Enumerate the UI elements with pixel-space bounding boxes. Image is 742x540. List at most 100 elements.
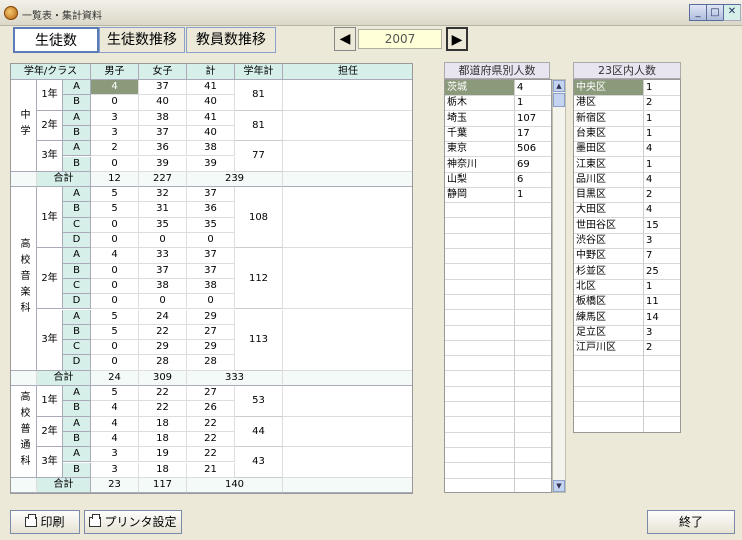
boys-cell[interactable]: 4 xyxy=(91,80,139,96)
list-item[interactable] xyxy=(445,278,551,295)
boys-cell[interactable]: 0 xyxy=(91,263,139,279)
girls-cell[interactable]: 33 xyxy=(139,248,187,264)
list-item[interactable]: 中野区 7 xyxy=(574,248,680,265)
list-item[interactable]: 渋谷区 3 xyxy=(574,233,680,249)
boys-cell[interactable]: 0 xyxy=(91,355,139,371)
girls-cell[interactable]: 22 xyxy=(139,324,187,341)
boys-cell[interactable]: 0 xyxy=(91,294,139,310)
teacher-cell[interactable] xyxy=(283,386,412,417)
grade-total-cell[interactable]: 53 xyxy=(235,386,283,417)
girls-cell[interactable]: 19 xyxy=(139,447,187,463)
total-cell[interactable]: 41 xyxy=(187,110,235,126)
girls-cell[interactable]: 22 xyxy=(139,401,187,417)
next-year-button[interactable]: ▶ xyxy=(446,27,468,51)
boys-cell[interactable]: 3 xyxy=(91,462,139,478)
total-cell[interactable]: 36 xyxy=(187,202,235,218)
total-cell[interactable]: 27 xyxy=(187,324,235,341)
girls-cell[interactable]: 31 xyxy=(139,202,187,218)
maximize-button[interactable]: □ xyxy=(706,4,724,21)
list-item[interactable] xyxy=(445,355,551,372)
list-item[interactable]: 練馬区 14 xyxy=(574,309,680,326)
total-cell[interactable]: 40 xyxy=(187,125,235,142)
girls-cell[interactable]: 18 xyxy=(139,431,187,448)
exit-button[interactable]: 終了 xyxy=(647,510,735,534)
girls-cell[interactable]: 38 xyxy=(139,110,187,126)
teacher-cell[interactable] xyxy=(283,416,412,448)
girls-cell[interactable]: 38 xyxy=(139,278,187,295)
teacher-cell[interactable] xyxy=(283,141,412,172)
list-item[interactable] xyxy=(445,462,551,479)
grade-total-cell[interactable]: 81 xyxy=(235,80,283,111)
boys-cell[interactable]: 5 xyxy=(91,187,139,203)
scroll-down-icon[interactable]: ▼ xyxy=(553,480,565,492)
boys-cell[interactable]: 3 xyxy=(91,125,139,142)
total-cell[interactable]: 22 xyxy=(187,416,235,432)
tab-student-trend[interactable]: 生徒数推移 xyxy=(99,27,185,53)
list-item[interactable] xyxy=(574,416,680,432)
list-item[interactable]: 栃木 1 xyxy=(445,95,551,112)
total-cell[interactable]: 37 xyxy=(187,187,235,203)
list-item[interactable]: 目黒区 2 xyxy=(574,187,680,204)
boys-cell[interactable]: 4 xyxy=(91,401,139,417)
total-cell[interactable]: 38 xyxy=(187,141,235,157)
girls-cell[interactable]: 0 xyxy=(139,294,187,310)
boys-cell[interactable]: 3 xyxy=(91,447,139,463)
list-item[interactable] xyxy=(445,202,551,219)
boys-cell[interactable]: 0 xyxy=(91,233,139,249)
list-item[interactable]: 山梨 6 xyxy=(445,171,551,188)
girls-cell[interactable]: 22 xyxy=(139,386,187,402)
girls-cell[interactable]: 18 xyxy=(139,416,187,432)
list-item[interactable]: 港区 2 xyxy=(574,95,680,112)
girls-cell[interactable]: 37 xyxy=(139,125,187,142)
printer-settings-button[interactable]: プリンタ設定 xyxy=(84,510,182,534)
girls-cell[interactable]: 35 xyxy=(139,217,187,233)
total-cell[interactable]: 37 xyxy=(187,248,235,264)
list-item[interactable] xyxy=(574,370,680,387)
teacher-cell[interactable] xyxy=(283,80,412,111)
prefecture-scrollbar[interactable]: ▲ ▼ xyxy=(552,79,566,493)
list-item[interactable]: 杉並区 25 xyxy=(574,263,680,280)
total-cell[interactable]: 27 xyxy=(187,386,235,402)
grade-total-cell[interactable]: 108 xyxy=(235,187,283,249)
list-item[interactable]: 品川区 4 xyxy=(574,171,680,188)
teacher-cell[interactable] xyxy=(283,447,412,478)
teacher-cell[interactable] xyxy=(283,110,412,142)
list-item[interactable] xyxy=(445,431,551,448)
grade-total-cell[interactable]: 81 xyxy=(235,110,283,142)
list-item[interactable]: 埼玉 107 xyxy=(445,110,551,127)
list-item[interactable] xyxy=(445,233,551,249)
list-item[interactable]: 千葉 17 xyxy=(445,125,551,142)
list-item[interactable] xyxy=(445,324,551,341)
teacher-cell[interactable] xyxy=(283,187,412,249)
list-item[interactable] xyxy=(445,401,551,418)
list-item[interactable]: 台東区 1 xyxy=(574,125,680,142)
list-item[interactable]: 板橋区 11 xyxy=(574,294,680,311)
prev-year-button[interactable]: ◀ xyxy=(334,27,356,51)
total-cell[interactable]: 26 xyxy=(187,401,235,417)
total-cell[interactable]: 28 xyxy=(187,355,235,371)
list-item[interactable] xyxy=(445,386,551,402)
boys-cell[interactable]: 0 xyxy=(91,156,139,172)
total-cell[interactable]: 29 xyxy=(187,340,235,356)
list-item[interactable]: 江東区 1 xyxy=(574,156,680,173)
list-item[interactable] xyxy=(445,263,551,280)
print-button[interactable]: 印刷 xyxy=(10,510,80,534)
total-cell[interactable]: 39 xyxy=(187,156,235,172)
total-cell[interactable]: 22 xyxy=(187,431,235,448)
tab-teacher-trend[interactable]: 教員数推移 xyxy=(186,27,276,53)
scroll-up-icon[interactable]: ▲ xyxy=(553,80,565,92)
boys-cell[interactable]: 4 xyxy=(91,416,139,432)
list-item[interactable]: 東京 506 xyxy=(445,141,551,158)
list-item[interactable]: 墨田区 4 xyxy=(574,141,680,158)
ward-list[interactable]: 中央区 1 港区 2 新宿区 1 台東区 1 墨田区 4 江東区 1 品川区 4 目黒区 2 大田区 4 世田谷区 1… xyxy=(573,79,681,433)
boys-cell[interactable]: 0 xyxy=(91,278,139,295)
list-item[interactable]: 世田谷区 15 xyxy=(574,217,680,234)
girls-cell[interactable]: 40 xyxy=(139,95,187,111)
list-item[interactable]: 新宿区 1 xyxy=(574,110,680,127)
list-item[interactable] xyxy=(445,340,551,357)
girls-cell[interactable]: 0 xyxy=(139,233,187,249)
boys-cell[interactable]: 4 xyxy=(91,431,139,448)
total-cell[interactable]: 35 xyxy=(187,217,235,233)
list-item[interactable] xyxy=(445,294,551,311)
list-item[interactable]: 静岡 1 xyxy=(445,187,551,204)
